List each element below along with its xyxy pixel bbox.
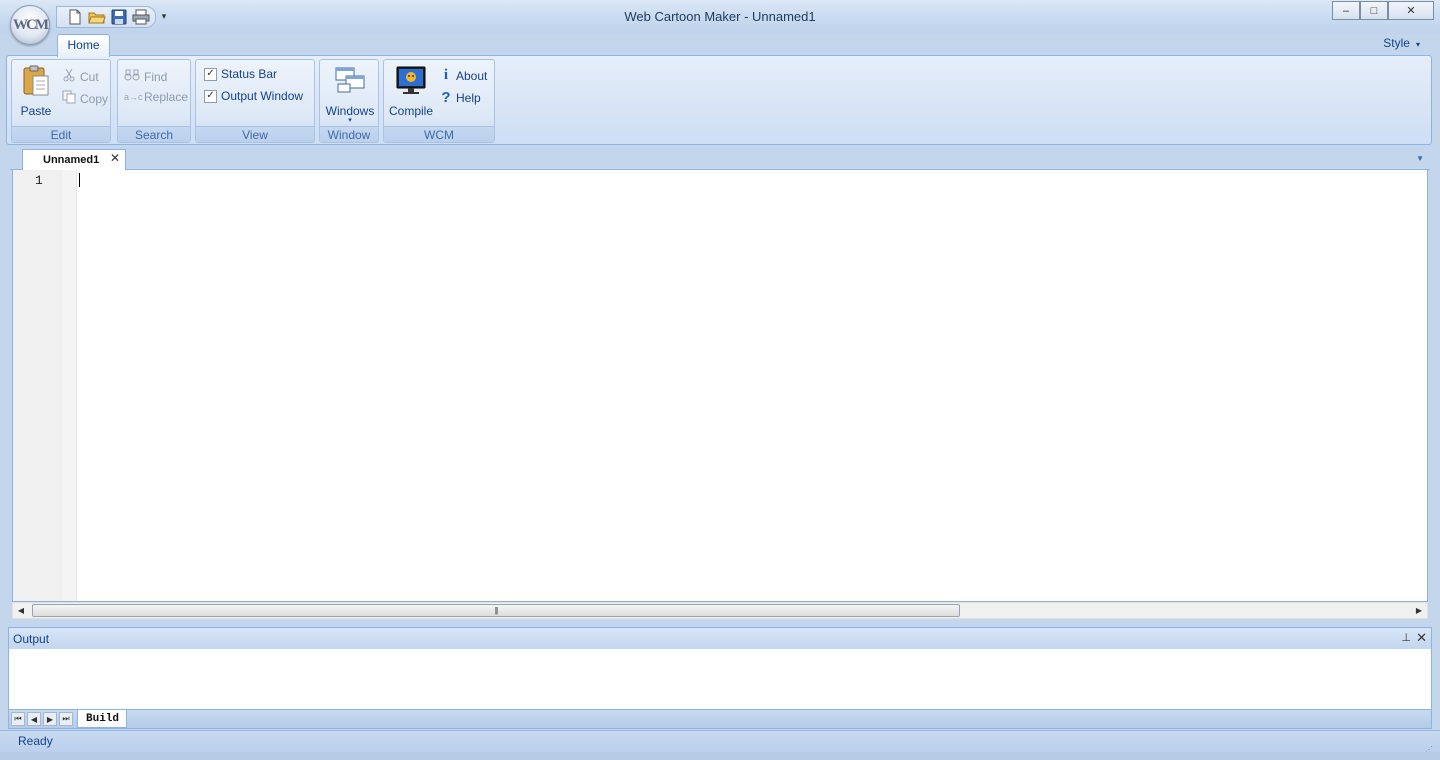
- checkbox-checked-icon: ✓: [204, 67, 217, 81]
- group-search-label: Search: [118, 126, 190, 142]
- group-edit: Paste Cut Copy Edit: [11, 59, 111, 143]
- status-text: Ready: [18, 734, 53, 748]
- prev-tab-icon[interactable]: ◀: [27, 712, 41, 726]
- close-output-icon[interactable]: ✕: [1416, 630, 1427, 646]
- tabs-dropdown-icon[interactable]: ▼: [1416, 154, 1424, 163]
- output-window-label: Output Window: [221, 89, 304, 103]
- info-icon: i: [443, 67, 449, 83]
- code-editor[interactable]: 1: [12, 170, 1428, 602]
- last-tab-icon[interactable]: ⏭: [59, 712, 73, 726]
- line-number: 1: [35, 173, 43, 188]
- group-edit-label: Edit: [12, 126, 110, 142]
- replace-icon: a→c: [124, 92, 143, 102]
- windows-button[interactable]: Windows ▾: [324, 64, 376, 124]
- about-label: About: [456, 68, 488, 83]
- help-label: Help: [456, 90, 481, 105]
- chevron-down-icon: ▾: [348, 117, 352, 124]
- ribbon-panel: Paste Cut Copy Edit Find a→c Replace Sea…: [6, 55, 1432, 145]
- style-menu[interactable]: Style ▾: [1383, 36, 1420, 50]
- window-title: Web Cartoon Maker - Unnamed1: [624, 9, 816, 24]
- compile-label: Compile: [388, 104, 433, 118]
- text-caret: [79, 173, 80, 187]
- group-window: Windows ▾ Window: [319, 59, 379, 143]
- find-label: Find: [144, 69, 168, 84]
- status-bar-checkbox[interactable]: ✓ Status Bar: [204, 67, 277, 81]
- pin-icon[interactable]: ⊥: [1401, 631, 1411, 644]
- maximize-button[interactable]: □: [1360, 1, 1388, 20]
- help-icon: ?: [441, 89, 451, 106]
- group-wcm: Compile i About ? Help WCM: [383, 59, 495, 143]
- tab-home[interactable]: Home: [57, 34, 110, 57]
- monitor-icon: [395, 64, 427, 98]
- copy-label: Copy: [80, 91, 109, 106]
- about-button[interactable]: i About: [440, 67, 487, 84]
- output-window-checkbox[interactable]: ✓ Output Window: [204, 89, 303, 103]
- line-number-gutter: 1: [13, 170, 61, 601]
- find-button[interactable]: Find: [124, 68, 167, 85]
- next-tab-icon[interactable]: ▶: [43, 712, 57, 726]
- close-button[interactable]: ✕: [1388, 1, 1434, 20]
- replace-button[interactable]: a→c Replace: [124, 90, 188, 104]
- horizontal-scrollbar[interactable]: ◀ ||| ▶: [12, 602, 1428, 619]
- grip-icon: |||: [494, 606, 498, 615]
- status-bar: Ready ⋰: [0, 730, 1440, 754]
- app-logo: WCM: [13, 16, 49, 33]
- tab-build[interactable]: Build: [77, 710, 127, 728]
- window-controls: – □ ✕: [1332, 1, 1434, 20]
- binoculars-icon: [124, 68, 140, 85]
- paste-label: Paste: [20, 104, 52, 118]
- style-menu-label: Style: [1383, 36, 1410, 50]
- close-tab-icon[interactable]: ✕: [110, 151, 120, 165]
- document-tab-bar: Unnamed1 ✕ ▼: [10, 148, 1430, 170]
- output-title: Output: [13, 631, 50, 646]
- windows-label: Windows: [325, 104, 375, 118]
- group-view-label: View: [196, 126, 314, 142]
- checkbox-checked-icon: ✓: [204, 89, 217, 103]
- paste-icon: [20, 64, 52, 98]
- cut-label: Cut: [80, 69, 99, 84]
- scroll-left-arrow[interactable]: ◀: [13, 603, 29, 618]
- application-menu-button[interactable]: WCM: [10, 5, 50, 45]
- group-window-label: Window: [320, 126, 378, 142]
- windows-icon: [334, 64, 366, 98]
- help-button[interactable]: ? Help: [440, 89, 481, 106]
- first-tab-icon[interactable]: ⏮: [11, 712, 25, 726]
- compile-button[interactable]: Compile: [388, 64, 434, 118]
- status-bar-label: Status Bar: [221, 67, 278, 81]
- cut-button[interactable]: Cut: [62, 68, 99, 85]
- group-view: ✓ Status Bar ✓ Output Window View: [195, 59, 315, 143]
- scroll-right-arrow[interactable]: ▶: [1411, 603, 1427, 618]
- copy-icon: [62, 90, 76, 107]
- copy-button[interactable]: Copy: [62, 90, 108, 107]
- document-tab-label: Unnamed1: [43, 154, 100, 166]
- ribbon-tabs: Home Style ▾: [0, 34, 1440, 57]
- paste-button[interactable]: Paste: [18, 64, 54, 118]
- output-header: Output ⊥ ✕: [9, 628, 1431, 649]
- replace-label: Replace: [144, 90, 189, 104]
- output-tab-bar: ⏮ ◀ ▶ ⏭ Build: [9, 709, 1431, 728]
- scrollbar-thumb[interactable]: |||: [32, 604, 960, 617]
- output-content[interactable]: [9, 649, 1431, 708]
- group-wcm-label: WCM: [384, 126, 494, 142]
- output-panel: Output ⊥ ✕ ⏮ ◀ ▶ ⏭ Build: [8, 627, 1432, 729]
- minimize-button[interactable]: –: [1332, 1, 1360, 20]
- window-bottom-edge: [0, 752, 1440, 760]
- group-search: Find a→c Replace Search: [117, 59, 191, 143]
- scissors-icon: [62, 68, 76, 85]
- title-bar: ▾ Web Cartoon Maker - Unnamed1 – □ ✕: [0, 0, 1440, 34]
- fold-margin: [61, 170, 77, 601]
- chevron-down-icon: ▾: [1415, 40, 1420, 49]
